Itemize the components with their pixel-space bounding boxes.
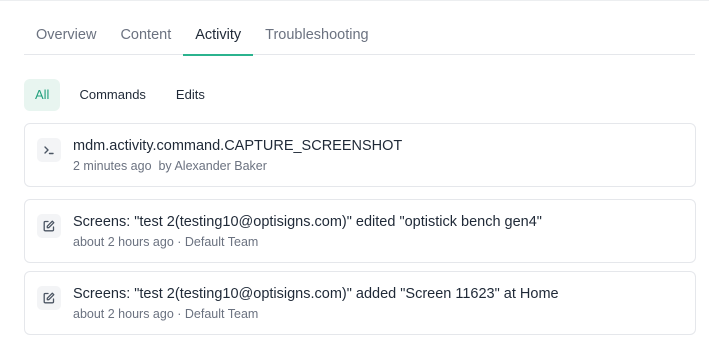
activity-actor: by Alexander Baker xyxy=(158,159,267,173)
activity-separator: · xyxy=(173,235,185,249)
tab-activity[interactable]: Activity xyxy=(183,17,254,56)
edit-icon xyxy=(37,286,61,310)
terminal-icon xyxy=(37,138,61,162)
activity-title: mdm.activity.command.CAPTURE_SCREENSHOT xyxy=(73,138,403,154)
activity-actor: Default Team xyxy=(184,235,259,249)
activity-meta: 2 minutes ago by Alexander Baker xyxy=(73,159,267,173)
activity-separator: · xyxy=(173,307,185,321)
tab-overview[interactable]: Overview xyxy=(24,17,108,55)
activity-meta: about 2 hours ago · Default Team xyxy=(73,235,258,249)
activity-title: Screens: "test 2(testing10@optisigns.com… xyxy=(73,286,559,302)
filter-edits-button[interactable]: Edits xyxy=(165,79,216,111)
top-divider xyxy=(0,0,709,1)
activity-time: about 2 hours ago xyxy=(73,307,174,321)
edit-icon xyxy=(37,214,61,238)
filter-all-button[interactable]: All xyxy=(24,79,61,111)
tab-content[interactable]: Content xyxy=(108,17,183,55)
activity-filter-group: All Commands Edits xyxy=(24,79,216,111)
tab-bar: Overview Content Activity Troubleshootin… xyxy=(24,17,695,56)
activity-item: mdm.activity.command.CAPTURE_SCREENSHOT … xyxy=(24,123,696,187)
filter-commands-button[interactable]: Commands xyxy=(68,79,156,111)
tab-troubleshooting[interactable]: Troubleshooting xyxy=(253,17,380,55)
activity-time: 2 minutes ago xyxy=(73,159,152,173)
activity-item: Screens: "test 2(testing10@optisigns.com… xyxy=(24,199,696,263)
activity-actor: Default Team xyxy=(184,307,259,321)
activity-item: Screens: "test 2(testing10@optisigns.com… xyxy=(24,271,696,335)
activity-time: about 2 hours ago xyxy=(73,235,174,249)
activity-title: Screens: "test 2(testing10@optisigns.com… xyxy=(73,214,542,230)
activity-meta: about 2 hours ago · Default Team xyxy=(73,307,258,321)
